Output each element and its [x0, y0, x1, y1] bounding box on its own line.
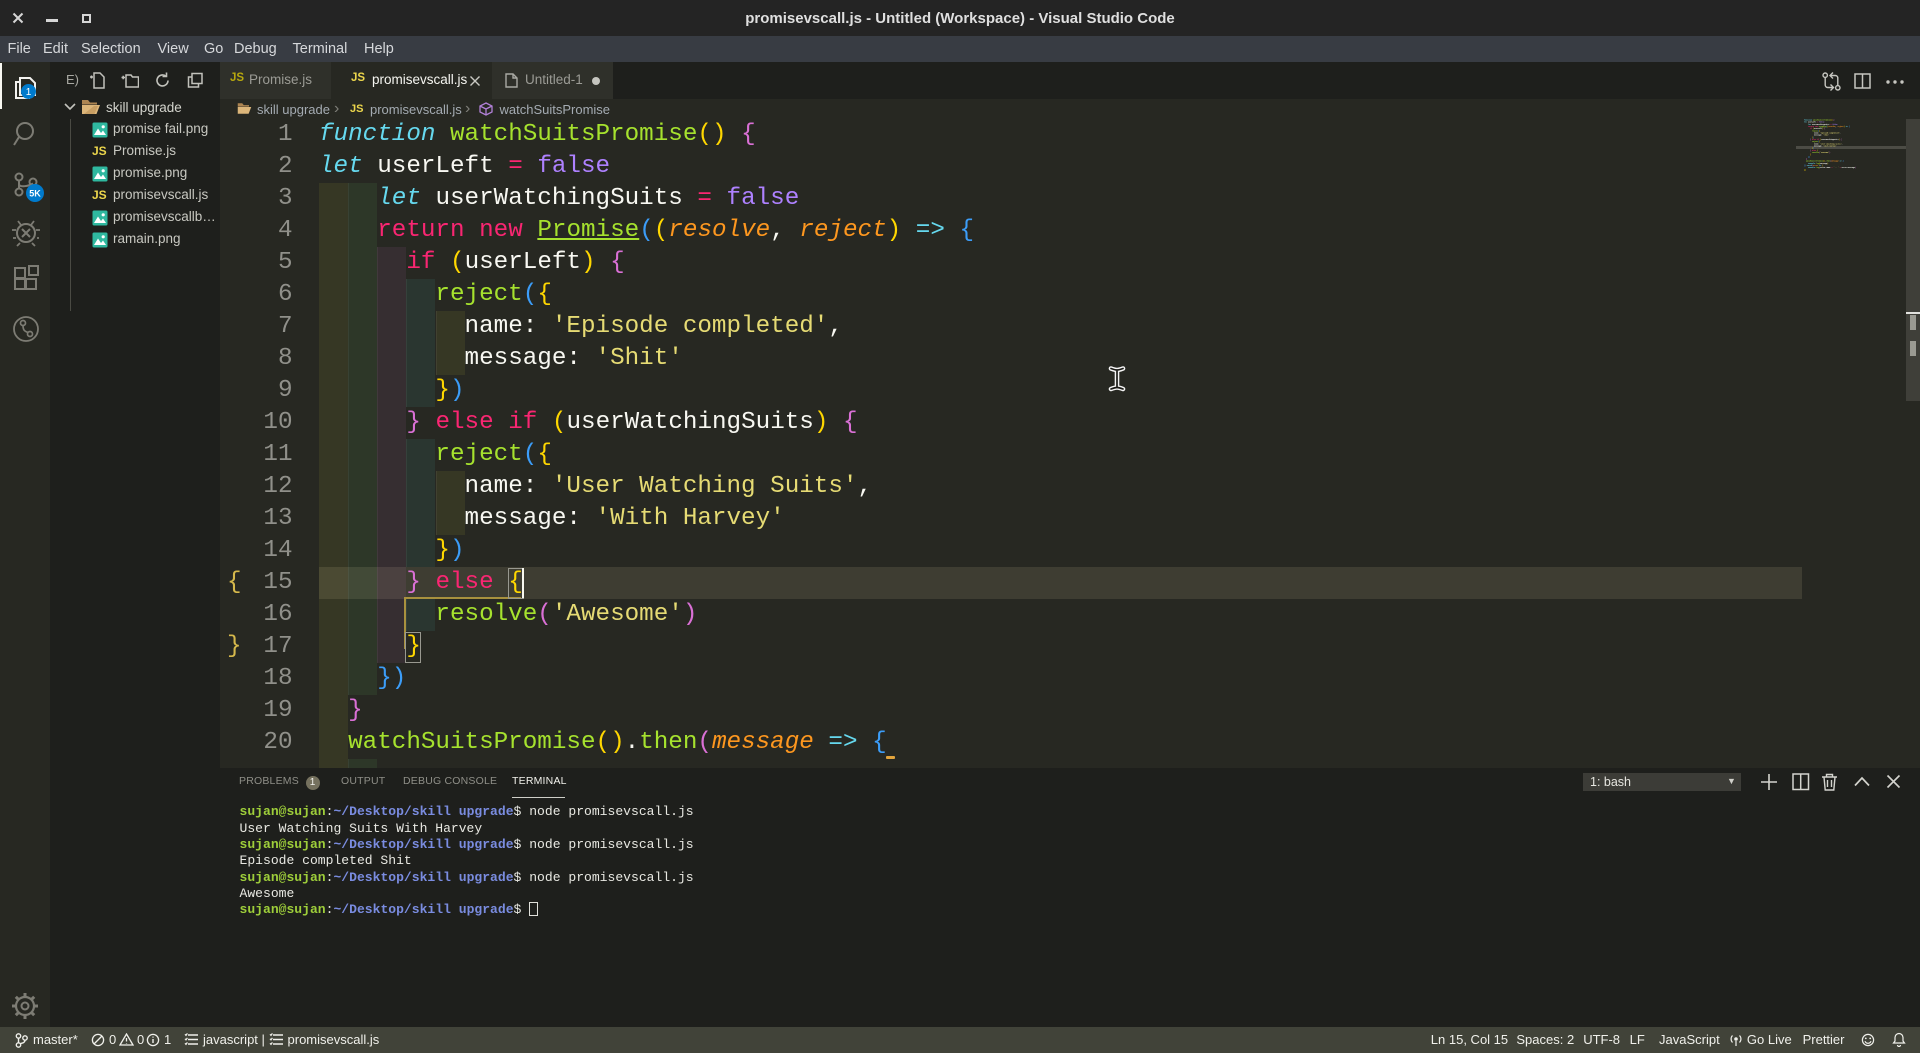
svg-text:5K: 5K [29, 189, 41, 199]
svg-text:1: 1 [26, 87, 32, 98]
